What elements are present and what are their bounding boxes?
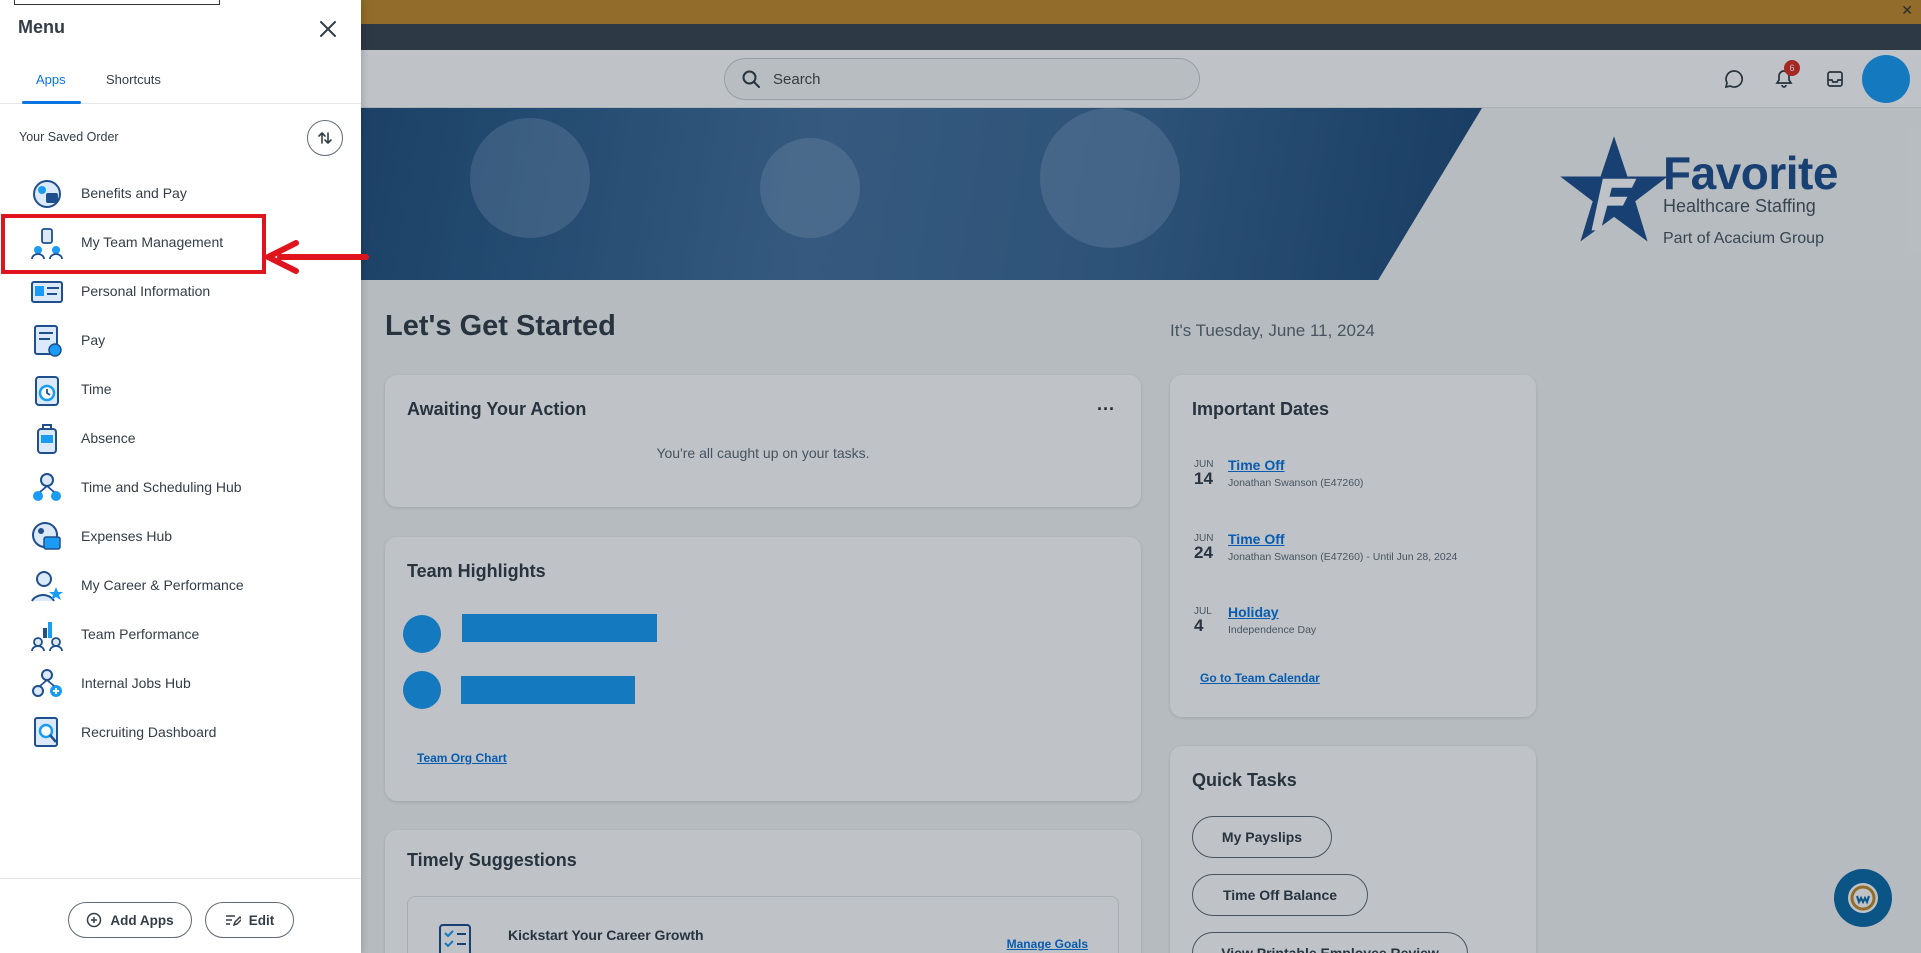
app-recruiting-dashboard[interactable]: Recruiting Dashboard	[0, 710, 361, 754]
app-label: Recruiting Dashboard	[81, 724, 217, 740]
jobs-hub-icon	[32, 669, 62, 697]
tab-apps[interactable]: Apps	[36, 72, 66, 87]
add-circle-icon	[87, 912, 102, 928]
benefits-icon	[33, 180, 61, 208]
sort-arrows-icon	[318, 132, 332, 144]
app-label: Time and Scheduling Hub	[81, 479, 242, 495]
clock-icon	[35, 376, 59, 406]
app-absence[interactable]: Absence	[0, 416, 361, 460]
app-label: Benefits and Pay	[81, 185, 187, 201]
highlight-annotation	[1, 214, 266, 274]
app-personal-information[interactable]: Personal Information	[0, 269, 361, 313]
career-icon	[31, 571, 63, 602]
menu-top-frame	[14, 0, 220, 5]
app-label: Internal Jobs Hub	[81, 675, 191, 691]
add-apps-label: Add Apps	[110, 912, 174, 928]
app-time[interactable]: Time	[0, 367, 361, 411]
menu-title: Menu	[18, 17, 65, 37]
close-icon[interactable]	[316, 17, 340, 41]
id-card-icon	[31, 281, 63, 303]
app-expenses-hub[interactable]: Expenses Hub	[0, 514, 361, 558]
scheduling-hub-icon	[33, 473, 61, 501]
luggage-icon	[37, 424, 57, 454]
app-label: Expenses Hub	[81, 528, 173, 544]
menu-footer: Add Apps Edit	[0, 878, 361, 953]
modal-overlay[interactable]	[361, 0, 1921, 953]
active-tab-indicator	[22, 101, 81, 104]
app-label: Absence	[81, 430, 136, 446]
tab-shortcuts[interactable]: Shortcuts	[106, 72, 161, 87]
menu-tabs: Apps Shortcuts	[0, 62, 361, 104]
reorder-button[interactable]	[307, 120, 343, 156]
app-pay[interactable]: Pay	[0, 318, 361, 362]
left-arrow-icon	[265, 240, 369, 274]
team-performance-icon	[31, 622, 63, 652]
app-benefits-and-pay[interactable]: Benefits and Pay	[0, 171, 361, 215]
edit-label: Edit	[248, 912, 275, 928]
recruiting-icon	[34, 717, 58, 747]
edit-button[interactable]: Edit	[205, 902, 294, 938]
app-time-and-scheduling-hub[interactable]: Time and Scheduling Hub	[0, 465, 361, 509]
app-label: Personal Information	[81, 283, 211, 299]
expenses-icon	[32, 522, 61, 550]
side-menu: Menu Apps Shortcuts Your Saved Order Ben…	[0, 0, 361, 953]
app-my-career-and-performance[interactable]: My Career & Performance	[0, 563, 361, 607]
app-label: Time	[81, 381, 112, 397]
app-team-performance[interactable]: Team Performance	[0, 612, 361, 656]
app-label: Pay	[81, 332, 106, 348]
app-label: Team Performance	[81, 626, 200, 642]
pay-icon	[34, 325, 62, 357]
app-label: My Career & Performance	[81, 577, 244, 593]
app-internal-jobs-hub[interactable]: Internal Jobs Hub	[0, 661, 361, 705]
edit-list-icon	[225, 915, 241, 927]
add-apps-button[interactable]: Add Apps	[68, 902, 192, 938]
saved-order-label: Your Saved Order	[19, 130, 119, 144]
